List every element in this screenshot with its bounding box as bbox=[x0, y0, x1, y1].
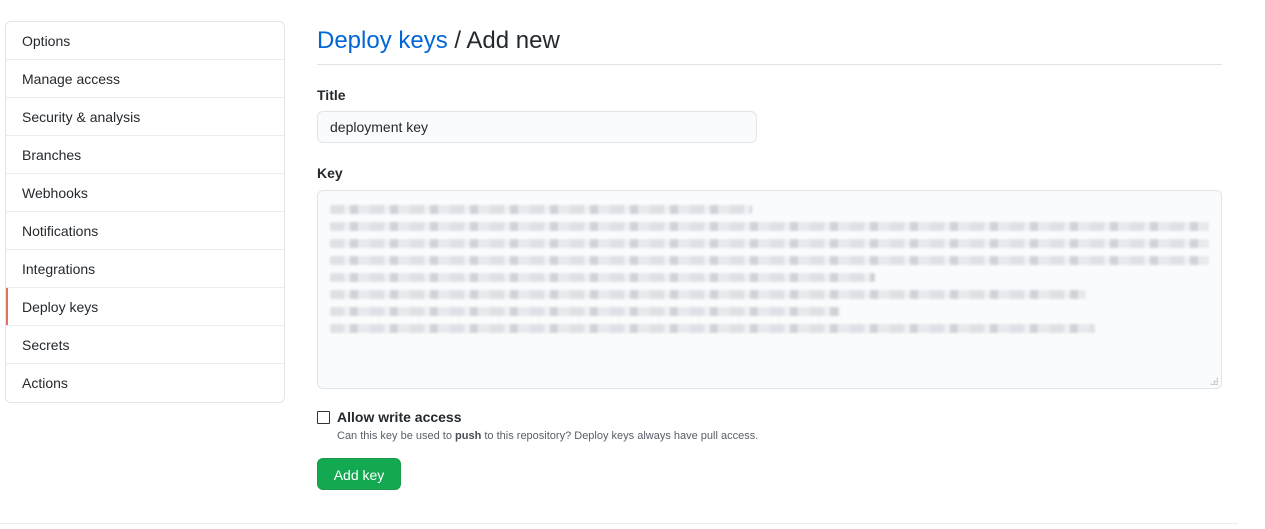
key-blurred-line bbox=[330, 205, 752, 214]
sidebar-item-options[interactable]: Options bbox=[6, 22, 284, 60]
key-blurred-line bbox=[330, 273, 875, 282]
sidebar-item-security-analysis[interactable]: Security & analysis bbox=[6, 98, 284, 136]
main-content: Deploy keys / Add new Title Key Allow wr… bbox=[317, 21, 1222, 490]
page-title: Deploy keys / Add new bbox=[317, 21, 1222, 65]
sidebar-item-integrations[interactable]: Integrations bbox=[6, 250, 284, 288]
key-blurred-line bbox=[330, 324, 1095, 333]
sidebar-item-branches[interactable]: Branches bbox=[6, 136, 284, 174]
allow-write-note: Can this key be used to push to this rep… bbox=[337, 430, 1222, 442]
breadcrumb-separator: / bbox=[454, 27, 462, 54]
allow-write-checkbox[interactable] bbox=[317, 410, 330, 424]
key-label: Key bbox=[317, 165, 343, 181]
sidebar-item-secrets[interactable]: Secrets bbox=[6, 326, 284, 364]
note-prefix: Can this key be used to bbox=[337, 430, 452, 442]
footer-divider bbox=[0, 523, 1238, 524]
title-label: Title bbox=[317, 87, 346, 103]
breadcrumb-deploy-keys-link[interactable]: Deploy keys bbox=[317, 27, 448, 54]
sidebar-item-notifications[interactable]: Notifications bbox=[6, 212, 284, 250]
page-title-text: Add new bbox=[466, 27, 560, 54]
key-blurred-line bbox=[330, 307, 840, 316]
sidebar-item-actions[interactable]: Actions bbox=[6, 364, 284, 402]
note-suffix: to this repository? Deploy keys always h… bbox=[484, 430, 759, 442]
settings-sidebar: Options Manage access Security & analysi… bbox=[5, 21, 285, 403]
sidebar-item-webhooks[interactable]: Webhooks bbox=[6, 174, 284, 212]
key-blurred-line bbox=[330, 256, 1209, 265]
key-blurred-line bbox=[330, 239, 1209, 248]
sidebar-item-deploy-keys[interactable]: Deploy keys bbox=[6, 288, 284, 326]
key-textarea[interactable] bbox=[317, 190, 1222, 389]
sidebar-item-manage-access[interactable]: Manage access bbox=[6, 60, 284, 98]
resize-grip-icon[interactable] bbox=[1210, 377, 1218, 385]
note-bold: push bbox=[455, 430, 482, 442]
add-key-button[interactable]: Add key bbox=[317, 458, 401, 490]
allow-write-label[interactable]: Allow write access bbox=[337, 409, 462, 425]
title-input[interactable] bbox=[317, 111, 757, 143]
key-blurred-line bbox=[330, 290, 1086, 299]
key-blurred-line bbox=[330, 222, 1209, 231]
